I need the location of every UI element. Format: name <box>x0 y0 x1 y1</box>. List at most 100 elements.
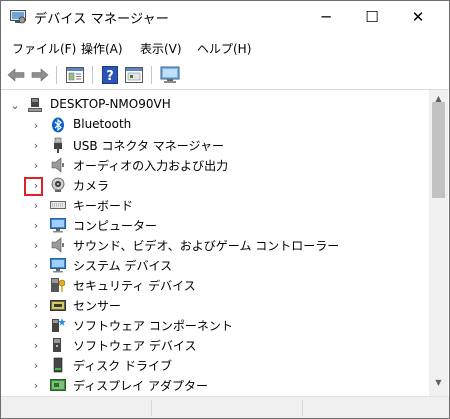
status-bar <box>1 396 449 418</box>
minimize-icon: ─ <box>321 8 331 26</box>
expand-chevron-icon[interactable]: › <box>30 298 42 312</box>
expand-chevron-icon[interactable]: › <box>30 158 42 172</box>
expand-chevron-icon[interactable]: › <box>30 138 42 152</box>
minimize-button[interactable]: ─ <box>303 1 349 33</box>
tree-item-label: Bluetooth <box>73 117 132 131</box>
tree-item-label: キーボード <box>73 199 134 213</box>
expand-chevron-icon[interactable]: › <box>30 278 42 292</box>
tree-item-label: セキュリティ デバイス <box>73 279 196 293</box>
tree-item-keyboard[interactable]: › キーボード <box>1 195 429 215</box>
update-driver-icon <box>125 67 143 83</box>
tree-item-label: ソフトウェア デバイス <box>73 339 197 353</box>
vertical-scrollbar[interactable]: ▲ ▼ <box>429 90 448 396</box>
display-adapter-icon <box>50 379 66 391</box>
expand-chevron-icon[interactable]: › <box>30 218 42 232</box>
forward-button[interactable] <box>29 65 51 85</box>
tree-item-sound-video-game[interactable]: › サウンド、ビデオ、およびゲーム コントローラー <box>1 235 429 255</box>
speaker-icon <box>51 157 64 173</box>
tree-item-label: USB コネクタ マネージャー <box>73 139 224 153</box>
tree-item-label: カメラ <box>73 179 110 193</box>
tree-item-label: センサー <box>73 299 122 313</box>
device-manager-app-icon <box>10 10 26 24</box>
toolbar-separator <box>92 66 93 84</box>
security-key-icon <box>51 278 66 292</box>
window-title: デバイス マネージャー <box>34 12 170 27</box>
device-manager-window: デバイス マネージャー ─ ☐ ✕ ファイル(F) 操作(A) 表示(V) ヘル… <box>0 0 450 419</box>
monitor-scan-icon <box>160 66 180 83</box>
help-button[interactable]: ? <box>99 65 121 85</box>
toolbar-separator <box>151 66 152 84</box>
toolbar: ? <box>1 61 449 89</box>
tree-root-label: DESKTOP-NMO90VH <box>50 97 171 111</box>
computer-icon <box>28 98 42 112</box>
scan-hardware-button[interactable] <box>159 65 181 85</box>
back-arrow-icon <box>7 68 25 82</box>
forward-arrow-icon <box>31 68 49 82</box>
back-button[interactable] <box>5 65 27 85</box>
properties-icon <box>66 67 84 83</box>
tree-item-label: ディスク ドライブ <box>73 359 172 373</box>
disk-drive-icon <box>53 357 63 373</box>
tree-item-label: ディスプレイ アダプター <box>73 379 208 393</box>
sound-icon <box>51 237 64 253</box>
menu-help[interactable]: ヘルプ(H) <box>197 40 251 57</box>
close-button[interactable]: ✕ <box>395 1 441 33</box>
help-icon: ? <box>102 66 118 84</box>
maximize-icon: ☐ <box>365 8 379 26</box>
keyboard-icon <box>50 201 66 209</box>
menu-file[interactable]: ファイル(F) <box>12 40 76 57</box>
expand-chevron-icon[interactable]: › <box>30 238 42 252</box>
tree-item-bluetooth[interactable]: › Bluetooth <box>1 115 429 135</box>
properties-button[interactable] <box>64 65 86 85</box>
tree-item-label: ソフトウェア コンポーネント <box>73 319 233 333</box>
tree-item-software-devices[interactable]: › ソフトウェア デバイス <box>1 335 429 355</box>
status-pane <box>1 400 152 416</box>
menu-view[interactable]: 表示(V) <box>140 40 182 57</box>
tree-item-label: システム デバイス <box>73 259 173 273</box>
device-tree: ⌄ DESKTOP-NMO90VH › Bluetooth › USB コネクタ… <box>1 90 429 396</box>
expand-chevron-icon[interactable]: › <box>30 118 42 132</box>
toolbar-separator <box>56 66 57 84</box>
system-device-icon <box>50 258 66 273</box>
expand-chevron-icon[interactable]: › <box>30 358 42 372</box>
tree-item-label: オーディオの入力および出力 <box>73 159 229 173</box>
scrollbar-thumb[interactable] <box>432 102 445 198</box>
sensor-icon <box>50 300 66 311</box>
expand-chevron-icon[interactable]: › <box>30 318 42 332</box>
bluetooth-icon <box>52 117 64 133</box>
status-pane <box>303 400 443 416</box>
tree-item-audio-io[interactable]: › オーディオの入力および出力 <box>1 155 429 175</box>
tree-item-computer[interactable]: › コンピューター <box>1 215 429 235</box>
tree-item-sensors[interactable]: › センサー <box>1 295 429 315</box>
expand-chevron-icon[interactable]: › <box>30 258 42 272</box>
scroll-down-icon[interactable]: ▼ <box>429 374 448 390</box>
tree-item-camera[interactable]: › カメラ <box>1 175 429 195</box>
collapse-chevron-icon[interactable]: ⌄ <box>9 98 21 112</box>
svg-text:?: ? <box>106 69 114 84</box>
tree-item-label: サウンド、ビデオ、およびゲーム コントローラー <box>73 239 340 253</box>
software-device-icon <box>53 338 61 352</box>
status-pane <box>152 400 303 416</box>
usb-connector-icon <box>54 137 62 153</box>
camera-icon <box>51 177 65 192</box>
update-driver-button[interactable] <box>123 65 145 85</box>
close-icon: ✕ <box>411 8 425 26</box>
tree-item-security-devices[interactable]: › セキュリティ デバイス <box>1 275 429 295</box>
maximize-button[interactable]: ☐ <box>349 1 395 33</box>
tree-item-usb-connector[interactable]: › USB コネクタ マネージャー <box>1 135 429 155</box>
software-component-icon <box>52 318 66 332</box>
title-bar[interactable]: デバイス マネージャー ─ ☐ ✕ <box>1 1 449 33</box>
expand-chevron-icon[interactable]: › <box>30 378 42 392</box>
menu-action[interactable]: 操作(A) <box>81 40 123 57</box>
expand-chevron-icon[interactable]: › <box>30 198 42 212</box>
tree-item-software-components[interactable]: › ソフトウェア コンポーネント <box>1 315 429 335</box>
tree-item-label: コンピューター <box>73 219 158 233</box>
tree-item-display-adapters[interactable]: › ディスプレイ アダプター <box>1 375 429 395</box>
tree-item-system-devices[interactable]: › システム デバイス <box>1 255 429 275</box>
menu-bar: ファイル(F) 操作(A) 表示(V) ヘルプ(H) <box>1 37 449 59</box>
tree-item-disk-drives[interactable]: › ディスク ドライブ <box>1 355 429 375</box>
highlight-box <box>24 177 43 196</box>
computer-monitor-icon <box>50 218 66 233</box>
tree-root[interactable]: ⌄ DESKTOP-NMO90VH <box>1 95 429 115</box>
expand-chevron-icon[interactable]: › <box>30 338 42 352</box>
